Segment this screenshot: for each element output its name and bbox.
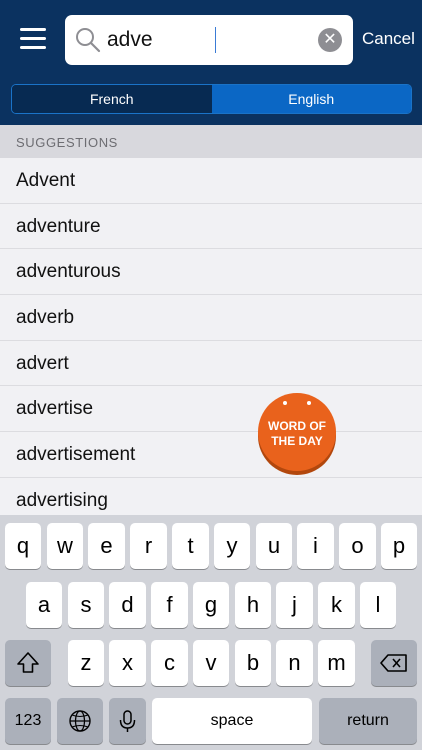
- list-item-label: Advent: [16, 170, 76, 191]
- keyboard: q w e r t y u i o p a s d f g h j k l z …: [0, 515, 422, 750]
- shift-icon: [17, 652, 39, 673]
- list-item-label: advertising: [16, 489, 108, 511]
- language-toggle: French English: [11, 84, 412, 114]
- list-item-label: adverb: [16, 307, 75, 329]
- key-l[interactable]: l: [360, 582, 396, 628]
- search-icon: [76, 28, 101, 53]
- suggestions-heading: SUGGESTIONS: [0, 125, 422, 158]
- list-item[interactable]: adverb: [0, 295, 422, 341]
- key-s[interactable]: s: [68, 582, 104, 628]
- globe-icon: [69, 710, 91, 732]
- space-key[interactable]: space: [152, 698, 312, 744]
- word-of-the-day-label: WORD OF THE DAY: [258, 419, 336, 449]
- backspace-key[interactable]: [371, 640, 417, 686]
- key-q[interactable]: q: [5, 523, 41, 569]
- key-y[interactable]: y: [214, 523, 250, 569]
- hamburger-menu-icon[interactable]: [20, 28, 46, 50]
- key-e[interactable]: e: [88, 523, 125, 569]
- calendar-ring-icon: [307, 401, 311, 405]
- list-item[interactable]: adventurous: [0, 249, 422, 296]
- calendar-ring-icon: [283, 401, 287, 405]
- key-h[interactable]: h: [235, 582, 271, 628]
- search-input[interactable]: [107, 22, 307, 58]
- key-u[interactable]: u: [256, 523, 292, 569]
- key-n[interactable]: n: [276, 640, 313, 686]
- key-c[interactable]: c: [151, 640, 188, 686]
- microphone-key[interactable]: [109, 698, 146, 744]
- backspace-icon: [380, 654, 407, 672]
- clear-icon[interactable]: ✕: [318, 28, 342, 52]
- search-box[interactable]: ✕: [65, 15, 353, 65]
- suggestions-list: Advent adventure adventurous adverb adve…: [0, 158, 422, 524]
- key-v[interactable]: v: [193, 640, 229, 686]
- list-item-label: adventure: [16, 215, 101, 237]
- key-f[interactable]: f: [151, 582, 188, 628]
- list-item[interactable]: advert: [0, 340, 422, 387]
- list-item-label: advert: [16, 352, 69, 374]
- shift-key[interactable]: [5, 640, 51, 686]
- numbers-key[interactable]: 123: [5, 698, 51, 744]
- key-o[interactable]: o: [339, 523, 376, 569]
- header-bar: ✕ Cancel French English: [0, 0, 422, 125]
- tab-english[interactable]: English: [211, 85, 411, 113]
- list-item-label: advertise: [16, 398, 94, 420]
- tab-french[interactable]: French: [12, 85, 212, 113]
- microphone-icon: [119, 710, 136, 732]
- list-item[interactable]: adventure: [0, 203, 422, 250]
- key-t[interactable]: t: [172, 523, 209, 569]
- word-of-the-day-line2: THE DAY: [271, 434, 323, 448]
- key-i[interactable]: i: [297, 523, 334, 569]
- word-of-the-day-button[interactable]: WORD OF THE DAY: [258, 393, 338, 475]
- key-m[interactable]: m: [318, 640, 355, 686]
- word-of-the-day-line1: WORD OF: [268, 419, 326, 433]
- list-item-label: advertisement: [16, 444, 136, 466]
- key-g[interactable]: g: [193, 582, 229, 628]
- cancel-button[interactable]: Cancel: [362, 29, 415, 49]
- key-x[interactable]: x: [109, 640, 146, 686]
- return-key[interactable]: return: [319, 698, 417, 744]
- list-item-label: adventurous: [16, 261, 121, 283]
- text-caret: [215, 27, 216, 53]
- list-item[interactable]: advertisement: [0, 432, 422, 478]
- key-a[interactable]: a: [26, 582, 62, 628]
- globe-key[interactable]: [57, 698, 103, 744]
- key-b[interactable]: b: [235, 640, 271, 686]
- key-k[interactable]: k: [318, 582, 355, 628]
- key-p[interactable]: p: [381, 523, 417, 569]
- list-item[interactable]: Advent: [0, 158, 422, 204]
- key-j[interactable]: j: [276, 582, 313, 628]
- key-d[interactable]: d: [109, 582, 146, 628]
- key-z[interactable]: z: [68, 640, 104, 686]
- key-r[interactable]: r: [130, 523, 167, 569]
- list-item[interactable]: advertise: [0, 386, 422, 433]
- key-w[interactable]: w: [47, 523, 83, 569]
- suggestions-heading-label: SUGGESTIONS: [16, 135, 118, 150]
